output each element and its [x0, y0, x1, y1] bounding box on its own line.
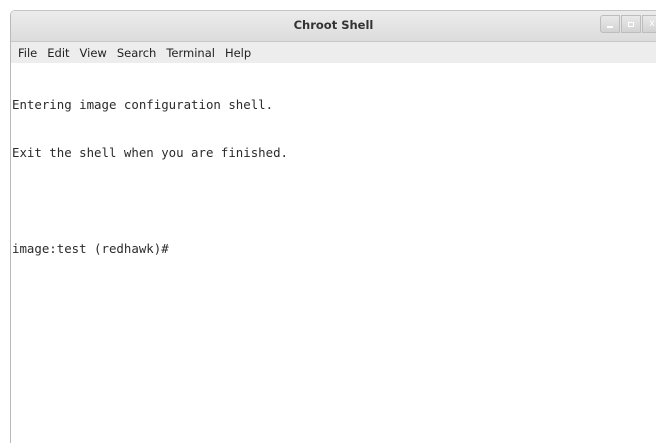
close-button[interactable]: x	[642, 15, 656, 33]
title-bar[interactable]: Chroot Shell x	[11, 11, 656, 42]
maximize-button[interactable]	[621, 15, 641, 33]
minimize-button[interactable]	[600, 15, 620, 33]
window-title: Chroot Shell	[293, 18, 374, 32]
menu-file[interactable]: File	[11, 46, 42, 60]
menu-search[interactable]: Search	[112, 46, 162, 60]
terminal-window: Chroot Shell x File Edit View Search Ter…	[10, 10, 656, 443]
menu-bar: File Edit View Search Terminal Help	[11, 42, 656, 63]
terminal-line: Entering image configuration shell.	[12, 97, 274, 112]
menu-terminal[interactable]: Terminal	[161, 46, 220, 60]
maximize-icon	[628, 21, 634, 27]
terminal-prompt[interactable]: image:test (redhawk)#	[12, 241, 656, 257]
terminal-output[interactable]: Entering image configuration shell. Exit…	[11, 63, 656, 443]
menu-view[interactable]: View	[75, 46, 112, 60]
close-icon: x	[649, 18, 655, 29]
menu-help[interactable]: Help	[220, 46, 256, 60]
menu-edit[interactable]: Edit	[42, 46, 74, 60]
minimize-icon	[607, 26, 613, 28]
window-controls: x	[599, 15, 656, 33]
terminal-line: Exit the shell when you are finished.	[12, 145, 289, 160]
